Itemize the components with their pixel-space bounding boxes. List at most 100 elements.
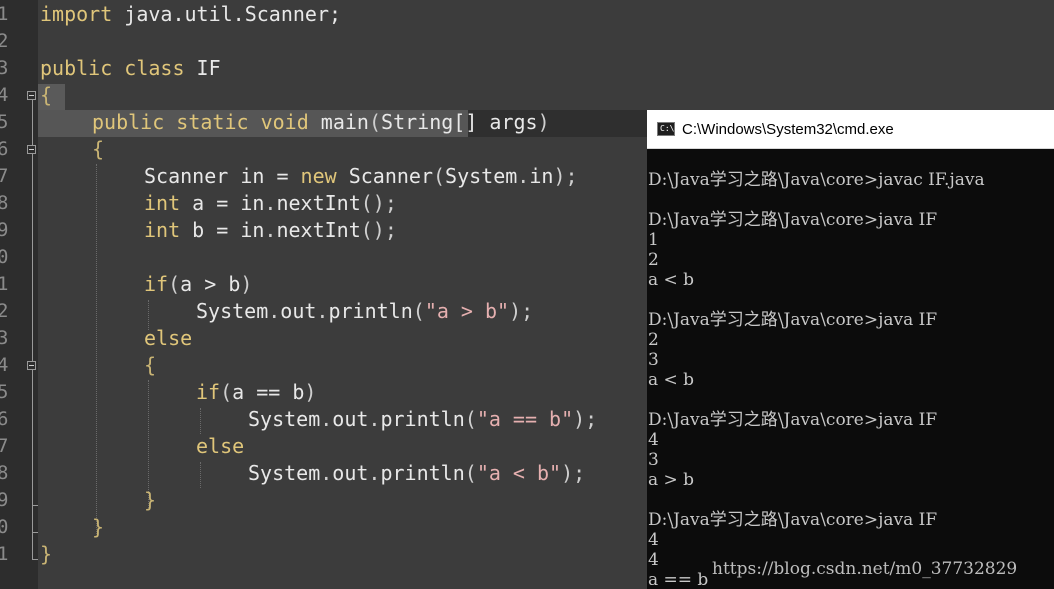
console-line: 1 <box>648 230 659 250</box>
string-literal: "a < b" <box>476 461 562 485</box>
code-line-4: { <box>40 82 52 109</box>
paren: (); <box>360 218 397 242</box>
cmd-window-title: C:\Windows\System32\cmd.exe <box>682 121 894 138</box>
keyword: if <box>196 380 221 404</box>
code-text: b <box>216 272 241 296</box>
code-text: System <box>248 407 321 431</box>
string-literal: "a == b" <box>476 407 574 431</box>
code-text: String[] args <box>381 110 538 134</box>
paren: ) <box>537 110 550 134</box>
line-number: 4 <box>0 354 9 376</box>
code-text: out <box>332 461 369 485</box>
code-line-13: else <box>144 325 192 352</box>
code-line-17: else <box>196 433 244 460</box>
code-text: a <box>180 191 217 215</box>
line-number: 0 <box>0 516 9 538</box>
code-line-15: if(a == b) <box>196 379 316 406</box>
keyword: public <box>92 110 165 134</box>
brace: { <box>92 137 105 161</box>
paren: ) <box>304 380 317 404</box>
brace: } <box>144 488 157 512</box>
string-literal: "a > b" <box>424 299 510 323</box>
line-number-gutter: 1 2 3 4 5 6 7 8 9 0 1 2 3 4 5 6 7 8 9 0 … <box>0 0 38 589</box>
paren: ); <box>553 164 578 188</box>
code-text: in <box>228 218 265 242</box>
console-line: 4 <box>648 550 659 570</box>
operator: = <box>276 164 289 188</box>
code-line-21: } <box>40 541 52 568</box>
code-text: println <box>380 407 465 431</box>
line-number: 2 <box>0 300 9 322</box>
console-line: a > b <box>648 470 695 490</box>
console-line: 4 <box>648 430 659 450</box>
paren: ( <box>168 272 181 296</box>
line-number: 2 <box>0 30 9 52</box>
console-line: a == b <box>648 570 709 589</box>
fold-toggle-icon[interactable] <box>27 361 36 370</box>
dot: . <box>264 191 277 215</box>
console-line: D:\Java学习之路\Java\core>java IF <box>648 510 938 530</box>
paren: ( <box>464 461 477 485</box>
paren: ( <box>220 380 233 404</box>
indent-guide <box>200 462 201 488</box>
code-line-6: { <box>92 136 104 163</box>
console-line: a < b <box>648 370 695 390</box>
code-line-20: } <box>92 514 104 541</box>
console-line: a < b <box>648 270 695 290</box>
line-number: 9 <box>0 219 9 241</box>
keyword: new <box>288 164 337 188</box>
dot: . <box>368 407 381 431</box>
keyword: else <box>144 326 193 350</box>
dot: . <box>517 164 530 188</box>
code-text: System <box>445 164 518 188</box>
paren: ( <box>464 407 477 431</box>
console-line: 3 <box>648 450 659 470</box>
line-number: 0 <box>0 246 9 268</box>
code-line-9: int b = in.nextInt(); <box>144 217 397 244</box>
brace: { <box>144 353 157 377</box>
code-text: in <box>529 164 554 188</box>
line-number: 8 <box>0 462 9 484</box>
code-line-7: Scanner in = new Scanner(System.in); <box>144 163 578 190</box>
fold-toggle-icon[interactable] <box>27 145 36 154</box>
code-text: b <box>280 380 305 404</box>
operator: = <box>216 218 229 242</box>
fold-toggle-icon[interactable] <box>27 91 36 100</box>
keyword: if <box>144 272 169 296</box>
paren: ( <box>368 110 382 134</box>
code-text: println <box>380 461 465 485</box>
code-text: out <box>280 299 317 323</box>
console-line: 4 <box>648 530 659 550</box>
cmd-title-bar[interactable]: C:\ C:\Windows\System32\cmd.exe <box>647 110 1054 149</box>
watermark-url: https://blog.csdn.net/m0_37732829 <box>712 559 1018 579</box>
code-line-16: System.out.println("a == b"); <box>248 406 597 433</box>
dot: . <box>320 407 333 431</box>
code-text: java.util.Scanner; <box>112 2 342 26</box>
paren: ); <box>573 407 598 431</box>
console-line: 3 <box>648 350 659 370</box>
paren: ); <box>561 461 586 485</box>
brace: { <box>40 83 53 107</box>
line-number: 7 <box>0 165 9 187</box>
code-text: System <box>196 299 269 323</box>
line-number: 1 <box>0 3 9 25</box>
paren: ); <box>509 299 534 323</box>
indent-guide <box>200 408 201 434</box>
dot: . <box>320 461 333 485</box>
line-number: 9 <box>0 489 9 511</box>
indent-guide <box>96 164 97 534</box>
code-text: out <box>332 407 369 431</box>
code-text: a <box>180 272 205 296</box>
keyword: else <box>196 434 245 458</box>
console-line: D:\Java学习之路\Java\core>java IF <box>648 210 938 230</box>
keyword: void <box>260 110 309 134</box>
code-text: b <box>180 218 217 242</box>
line-number: 1 <box>0 543 9 565</box>
line-number: 3 <box>0 327 9 349</box>
code-text: Scanner in <box>144 164 277 188</box>
keyword: import <box>40 2 113 26</box>
keyword: int <box>144 191 181 215</box>
code-text: Scanner <box>336 164 433 188</box>
cmd-window[interactable]: C:\ C:\Windows\System32\cmd.exe D:\Java学… <box>647 110 1054 589</box>
brace: } <box>40 542 53 566</box>
